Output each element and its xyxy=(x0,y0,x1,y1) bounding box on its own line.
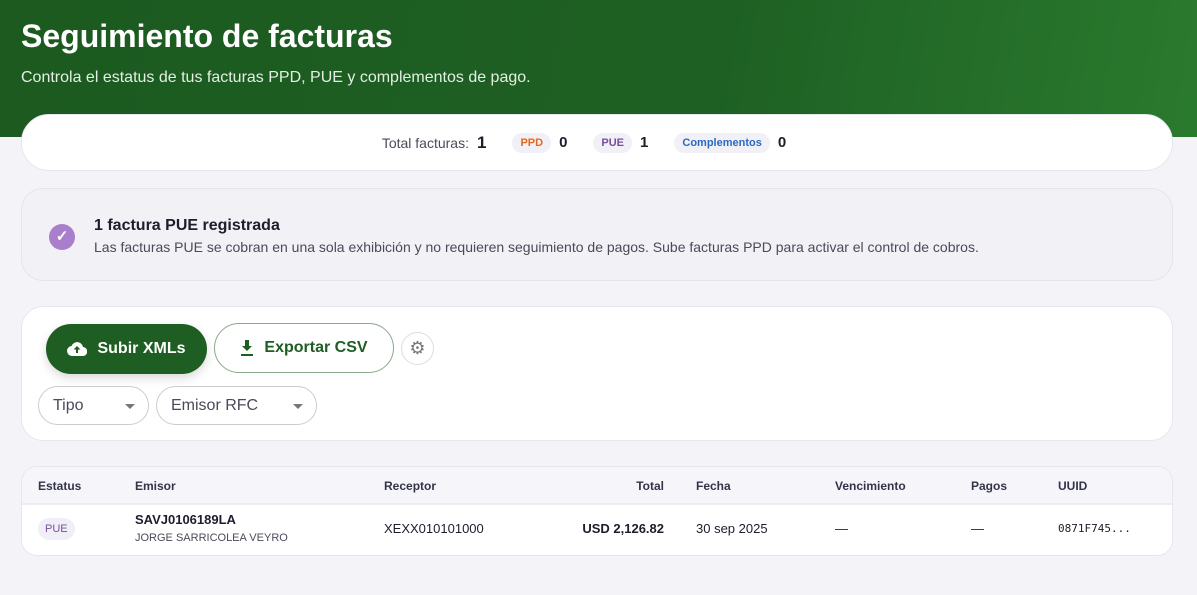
emisor-rfc: SAVJ0106189LA xyxy=(135,512,236,527)
export-csv-button[interactable]: Exportar CSV xyxy=(214,323,394,373)
ppd-badge: PPD xyxy=(512,133,551,153)
tipo-filter-label: Tipo xyxy=(53,397,84,414)
col-vencimiento[interactable]: Vencimiento xyxy=(835,479,906,493)
complementos-badge: Complementos xyxy=(674,133,769,153)
cloud-upload-icon xyxy=(67,342,87,356)
total-amount: USD 2,126.82 xyxy=(582,521,664,536)
download-icon xyxy=(240,340,254,356)
check-circle-icon: ✓ xyxy=(49,224,75,250)
col-receptor[interactable]: Receptor xyxy=(384,479,436,493)
table-header: Estatus Emisor Receptor Total Fecha Venc… xyxy=(22,467,1172,505)
settings-gear-icon[interactable]: ⚙ xyxy=(401,332,434,365)
pagos: — xyxy=(971,521,984,536)
total-label: Total facturas: xyxy=(382,135,469,151)
col-fecha[interactable]: Fecha xyxy=(696,479,731,493)
export-label: Exportar CSV xyxy=(264,339,367,357)
col-uuid[interactable]: UUID xyxy=(1058,479,1087,493)
emisor-filter-label: Emisor RFC xyxy=(171,397,258,414)
invoices-table: Estatus Emisor Receptor Total Fecha Venc… xyxy=(21,466,1173,556)
col-estatus[interactable]: Estatus xyxy=(38,479,81,493)
upload-label: Subir XMLs xyxy=(97,340,185,358)
col-emisor[interactable]: Emisor xyxy=(135,479,176,493)
status-badge: PUE xyxy=(38,518,75,540)
col-pagos[interactable]: Pagos xyxy=(971,479,1007,493)
toolbar: Subir XMLs Exportar CSV ⚙ Tipo Emisor RF… xyxy=(21,306,1173,441)
receptor-rfc: XEXX010101000 xyxy=(384,521,484,536)
notice-title: 1 factura PUE registrada xyxy=(94,217,280,235)
page-subtitle: Controla el estatus de tus facturas PPD,… xyxy=(21,69,531,87)
pue-notice: ✓ 1 factura PUE registrada Las facturas … xyxy=(21,188,1173,281)
total-count: 1 xyxy=(477,133,486,153)
vencimiento: — xyxy=(835,521,848,536)
upload-xml-button[interactable]: Subir XMLs xyxy=(46,324,207,374)
fecha: 30 sep 2025 xyxy=(696,521,768,536)
caret-down-icon xyxy=(125,404,135,409)
emisor-rfc-filter-select[interactable]: Emisor RFC xyxy=(156,386,317,425)
summary-bar: Total facturas: 1 PPD 0 PUE 1 Complement… xyxy=(21,114,1173,171)
pue-count: 1 xyxy=(640,134,648,151)
tipo-filter-select[interactable]: Tipo xyxy=(38,386,149,425)
uuid[interactable]: 0871F745... xyxy=(1058,522,1131,535)
complementos-count: 0 xyxy=(778,134,786,151)
notice-text: Las facturas PUE se cobran en una sola e… xyxy=(94,239,979,255)
caret-down-icon xyxy=(293,404,303,409)
pue-badge: PUE xyxy=(593,133,632,153)
emisor-name: JORGE SARRICOLEA VEYRO xyxy=(135,532,288,544)
page-title: Seguimiento de facturas xyxy=(21,18,393,55)
table-row[interactable]: PUE SAVJ0106189LA JORGE SARRICOLEA VEYRO… xyxy=(22,505,1172,555)
col-total[interactable]: Total xyxy=(636,479,664,493)
ppd-count: 0 xyxy=(559,134,567,151)
